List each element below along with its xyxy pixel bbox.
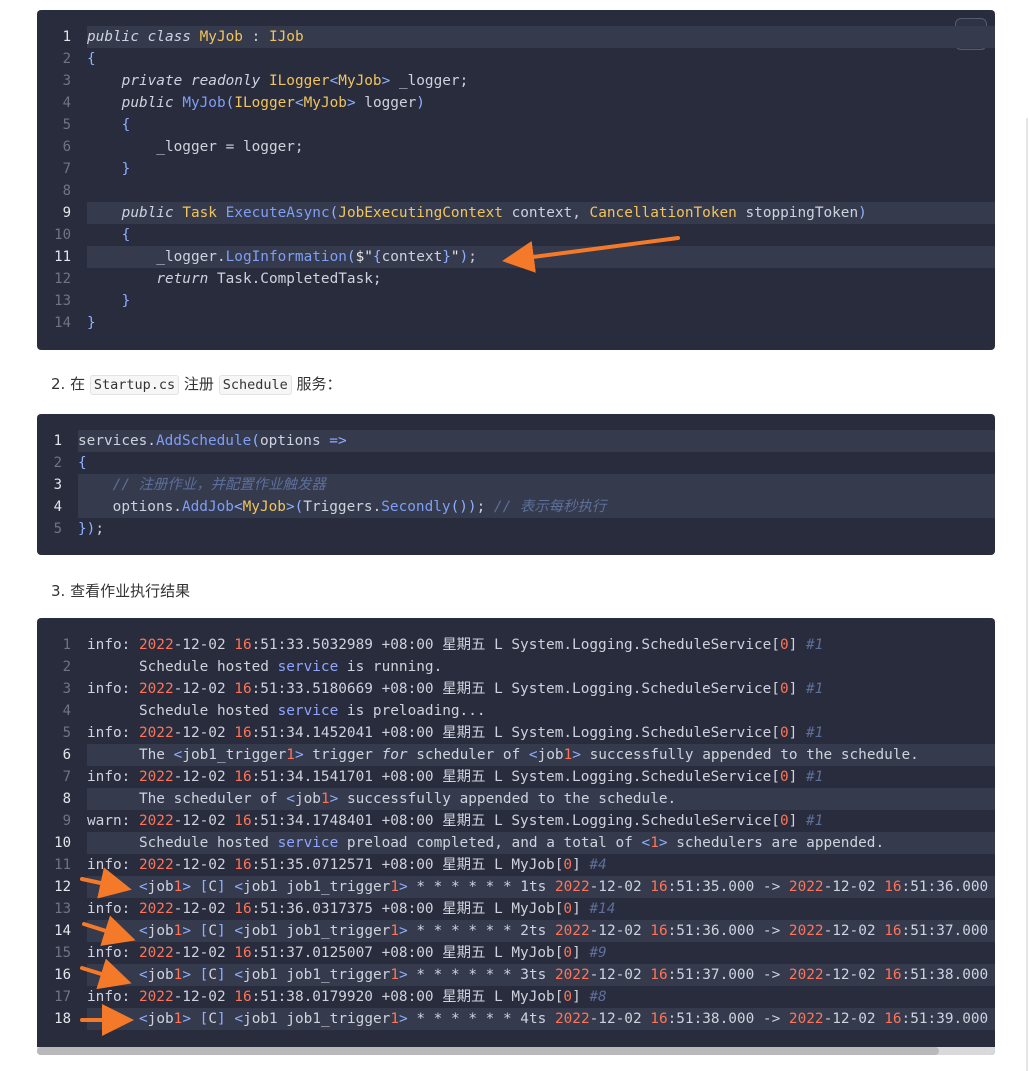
line-number: 5 (62, 117, 71, 133)
code-line: 11 _logger.LogInformation($"{context}"); (54, 246, 995, 268)
line-number: 10 (54, 835, 71, 851)
line-number: 5 (62, 725, 71, 741)
code-line: 2 { (63, 48, 995, 70)
code-line: 7 } (63, 158, 995, 180)
code-block-log-output: 1 info: 2022-12-02 16:51:33.5032989 +08:… (37, 618, 995, 1055)
code-block-myjob: 1 public class MyJob : IJob 2 { 3 privat… (37, 10, 995, 350)
scrollbar-thumb[interactable] (37, 1047, 939, 1055)
line-number: 8 (62, 791, 71, 807)
code-line: 2 Schedule hosted service is running. (63, 656, 995, 678)
line-number: 6 (62, 747, 71, 763)
line-number: 1 (62, 29, 71, 45)
code-line: 10 Schedule hosted service preload compl… (54, 832, 995, 854)
code-line: 10 { (54, 224, 995, 246)
code-line: 1 services.AddSchedule(options => (54, 430, 995, 452)
code-line: 16 <job1> [C] <job1 job1_trigger1> * * *… (54, 964, 995, 986)
code-line: 9 public Task ExecuteAsync(JobExecutingC… (63, 202, 995, 224)
line-number: 2 (53, 455, 62, 471)
code-line: 18 <job1> [C] <job1 job1_trigger1> * * *… (54, 1008, 995, 1030)
line-number: 13 (54, 293, 71, 309)
line-number: 9 (62, 205, 71, 221)
line-number: 14 (54, 923, 71, 939)
line-number: 7 (62, 161, 71, 177)
line-number: 15 (54, 945, 71, 961)
code-line: 15 info: 2022-12-02 16:51:37.0125007 +08… (54, 942, 995, 964)
code-line: 12 return Task.CompletedTask; (54, 268, 995, 290)
line-number: 6 (62, 139, 71, 155)
code-line: 1 public class MyJob : IJob (63, 26, 995, 48)
code-line: 3 private readonly ILogger<MyJob> _logge… (63, 70, 995, 92)
code-line: 14 <job1> [C] <job1 job1_trigger1> * * *… (54, 920, 995, 942)
inline-code-schedule: Schedule (218, 375, 292, 395)
line-number: 4 (62, 703, 71, 719)
line-number: 12 (54, 271, 71, 287)
code-line: 5 }); (54, 518, 995, 540)
code-line: 8 (63, 180, 995, 202)
line-number: 13 (54, 901, 71, 917)
line-number: 3 (62, 73, 71, 89)
code-line: 3 // 注册作业，并配置作业触发器 (54, 474, 995, 496)
line-number: 17 (54, 989, 71, 1005)
line-number: 16 (54, 967, 71, 983)
code-line: 9 warn: 2022-12-02 16:51:34.1748401 +08:… (63, 810, 995, 832)
code-line: 4 public MyJob(ILogger<MyJob> logger) (63, 92, 995, 114)
code-line: 6 _logger = logger; (63, 136, 995, 158)
line-number: 9 (62, 813, 71, 829)
line-number: 12 (54, 879, 71, 895)
code-line: 2 { (54, 452, 995, 474)
code-line: 7 info: 2022-12-02 16:51:34.1541701 +08:… (63, 766, 995, 788)
line-number: 11 (54, 249, 71, 265)
code-line: 12 <job1> [C] <job1 job1_trigger1> * * *… (54, 876, 995, 898)
code-block-startup: 1 services.AddSchedule(options => 2 { 3 … (37, 414, 995, 555)
line-number: 2 (62, 659, 71, 675)
code-line: 3 info: 2022-12-02 16:51:33.5180669 +08:… (63, 678, 995, 700)
code-line: 4 options.AddJob<MyJob>(Triggers.Secondl… (54, 496, 995, 518)
code-line: 17 info: 2022-12-02 16:51:38.0179920 +08… (54, 986, 995, 1008)
step-3-text: 3. 查看作业执行结果 (51, 582, 191, 600)
line-number: 4 (53, 499, 62, 515)
line-number: 5 (53, 521, 62, 537)
code-line: 5 info: 2022-12-02 16:51:34.1452041 +08:… (63, 722, 995, 744)
code-line: 13 info: 2022-12-02 16:51:36.0317375 +08… (54, 898, 995, 920)
code-line: 11 info: 2022-12-02 16:51:35.0712571 +08… (54, 854, 995, 876)
line-number: 8 (62, 183, 71, 199)
code-line: 5 { (63, 114, 995, 136)
line-number: 4 (62, 95, 71, 111)
line-number: 10 (54, 227, 71, 243)
line-number: 7 (62, 769, 71, 785)
line-number: 11 (54, 857, 71, 873)
line-number: 3 (62, 681, 71, 697)
code-line: 13 } (54, 290, 995, 312)
inline-code-startup: Startup.cs (89, 375, 180, 395)
code-line: 8 The scheduler of <job1> successfully a… (63, 788, 995, 810)
horizontal-scrollbar[interactable] (37, 1047, 995, 1055)
line-number: 1 (62, 637, 71, 653)
line-number: 14 (54, 315, 71, 331)
step-2-text: 2. 在 Startup.cs 注册 Schedule 服务： (51, 375, 342, 395)
line-number: 18 (54, 1011, 71, 1027)
code-line: 4 Schedule hosted service is preloading.… (63, 700, 995, 722)
page-scrollbar-rail (1026, 118, 1028, 1071)
line-number: 1 (53, 433, 62, 449)
code-line: 1 info: 2022-12-02 16:51:33.5032989 +08:… (63, 634, 995, 656)
code-line: 14 } (54, 312, 995, 334)
line-number: 2 (62, 51, 71, 67)
line-number: 3 (53, 477, 62, 493)
code-line: 6 The <job1_trigger1> trigger for schedu… (63, 744, 995, 766)
